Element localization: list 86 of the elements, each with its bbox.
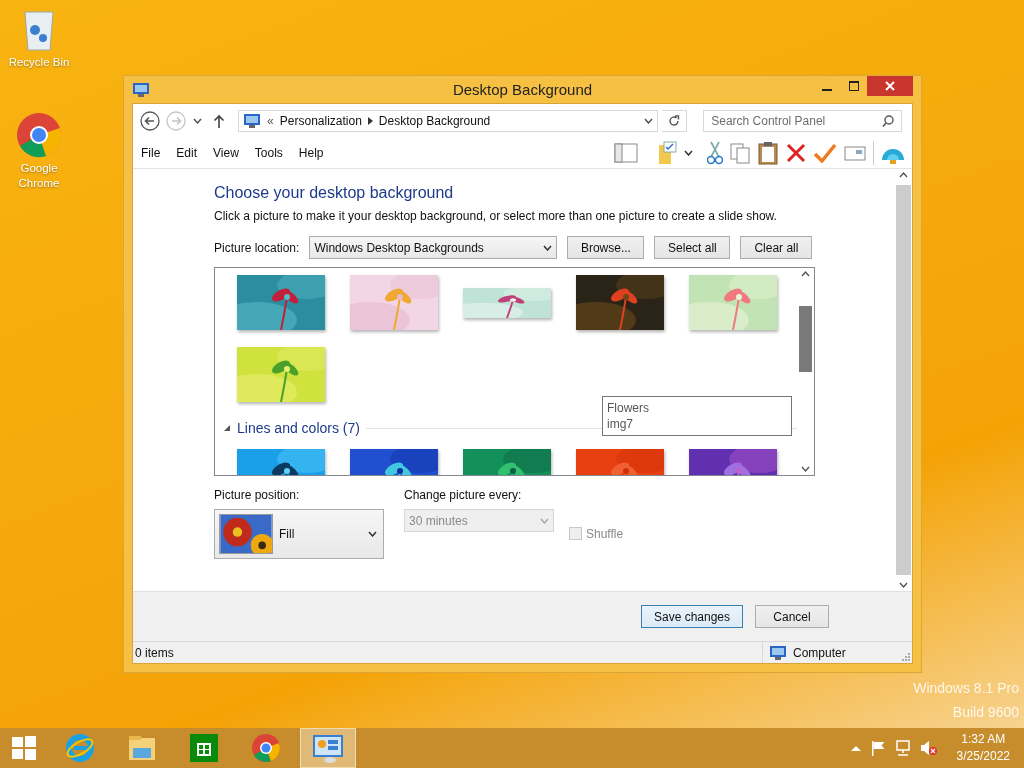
checkmark-icon xyxy=(813,142,837,164)
cut-button[interactable] xyxy=(707,141,723,165)
taskbar-app[interactable] xyxy=(300,728,356,768)
resize-grip[interactable] xyxy=(901,652,911,662)
group-header[interactable]: Lines and colors (7) xyxy=(237,420,360,436)
forward-icon xyxy=(165,111,186,131)
maximize-icon xyxy=(848,81,859,91)
delete-x-icon xyxy=(785,142,807,164)
paste-button[interactable] xyxy=(757,141,779,165)
refresh-icon xyxy=(667,115,680,127)
caret-icon xyxy=(684,150,693,156)
menu-item[interactable]: Edit xyxy=(168,146,206,160)
gallery-action-button[interactable]: Select all xyxy=(654,236,731,259)
zone-text: Computer xyxy=(792,645,846,660)
back-button[interactable] xyxy=(139,110,161,132)
back-icon xyxy=(139,111,160,131)
menu-item[interactable]: View xyxy=(205,146,247,160)
layout-button[interactable] xyxy=(614,142,638,164)
edition-text: Windows 8.1 Pro xyxy=(913,679,1019,698)
chrome-icon xyxy=(251,733,281,763)
status-text: 0 items xyxy=(134,645,174,660)
chevron-icon xyxy=(367,117,373,125)
card-icon xyxy=(843,143,867,163)
properties-button[interactable] xyxy=(843,143,867,163)
dialog-button[interactable]: Cancel xyxy=(755,605,829,628)
overflow-chevrons[interactable]: « xyxy=(267,114,274,128)
browser-e-icon xyxy=(65,733,95,763)
collapse-icon[interactable] xyxy=(223,424,231,432)
folder-check-icon xyxy=(658,141,678,165)
speaker-muted-icon[interactable] xyxy=(919,740,938,756)
gallery-action-button[interactable]: Browse... xyxy=(567,236,645,259)
edition-text: Build 9600 xyxy=(952,703,1019,722)
breadcrumb[interactable]: Desktop Background xyxy=(378,114,491,128)
copy-icon xyxy=(729,142,751,164)
menu-item[interactable]: File xyxy=(133,146,169,160)
copy-button[interactable] xyxy=(729,142,751,164)
position-dropdown[interactable]: Fill xyxy=(214,509,384,559)
breadcrumb[interactable]: Personalization xyxy=(279,114,362,128)
computer-icon xyxy=(769,644,787,661)
search-field[interactable]: Search Control Panel xyxy=(703,110,902,132)
folder-options-button[interactable] xyxy=(658,141,678,165)
page-heading: Choose your desktop background xyxy=(214,184,455,202)
windows-logo-icon xyxy=(11,735,37,761)
scrollbar-thumb[interactable] xyxy=(799,306,812,372)
tooltip-text: Flowers xyxy=(607,400,650,416)
interval-label: Change picture every: xyxy=(404,488,523,502)
close-icon xyxy=(885,81,895,91)
flag-icon[interactable] xyxy=(869,740,886,756)
caret-icon xyxy=(540,517,549,524)
show-hidden-icon[interactable] xyxy=(850,745,861,751)
location-label: Picture location: xyxy=(214,240,300,255)
recycle-bin-icon xyxy=(21,8,57,52)
control-panel-icon xyxy=(312,733,344,763)
close-button[interactable] xyxy=(867,76,913,96)
tooltip-text: img7 xyxy=(607,416,634,432)
minimize-icon xyxy=(821,88,832,91)
scissors-icon xyxy=(707,141,723,165)
network-icon[interactable] xyxy=(894,740,911,756)
caret-icon xyxy=(643,118,653,124)
up-arrow-icon xyxy=(213,114,226,128)
gallery-action-button[interactable]: Clear all xyxy=(740,236,813,259)
search-icon xyxy=(882,115,894,127)
control-panel-icon xyxy=(243,113,262,129)
window-icon xyxy=(132,81,150,98)
clipboard-icon xyxy=(757,141,779,165)
instructions-text: Click a picture to make it your desktop background, or select more than one picture to create a slide show. xyxy=(214,209,778,223)
dropdown-button[interactable] xyxy=(684,150,693,156)
chrome-icon xyxy=(16,112,62,158)
scrollbar-thumb[interactable] xyxy=(896,185,911,575)
dialog-button[interactable]: Save changes xyxy=(641,605,743,628)
menu-item[interactable]: Help xyxy=(290,146,332,160)
menu-item[interactable]: Tools xyxy=(246,146,291,160)
address-bar[interactable]: « Personalization Desktop Background xyxy=(238,110,658,132)
shuffle-label: Shuffle xyxy=(586,526,624,541)
caret-icon xyxy=(543,244,553,251)
position-label: Picture position: xyxy=(214,488,301,502)
window-title: Desktop Background xyxy=(451,81,594,98)
caret-icon xyxy=(192,118,202,124)
store-bag-icon xyxy=(190,734,218,762)
apply-button[interactable] xyxy=(813,142,837,164)
location-dropdown[interactable]: Windows Desktop Backgrounds xyxy=(309,236,558,259)
refresh-button[interactable] xyxy=(661,110,688,132)
pane-layout-icon xyxy=(614,142,638,164)
folder-icon xyxy=(127,734,157,762)
caret-icon xyxy=(368,531,377,537)
delete-button[interactable] xyxy=(785,142,807,164)
